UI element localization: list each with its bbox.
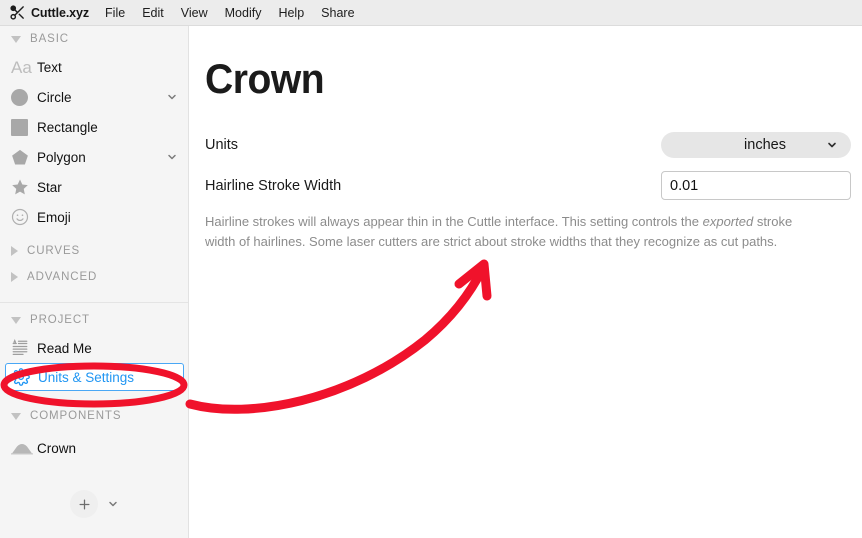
menu-file[interactable]: File bbox=[105, 6, 125, 20]
menu-help[interactable]: Help bbox=[278, 6, 304, 20]
units-select-value: inches bbox=[744, 137, 786, 153]
chevron-down-icon bbox=[826, 139, 838, 151]
sidebar-item-label: Emoji bbox=[37, 209, 71, 225]
sidebar-item-star[interactable]: Star bbox=[0, 172, 188, 202]
triangle-down-icon bbox=[11, 316, 21, 324]
gear-icon bbox=[12, 368, 38, 386]
help-text: Hairline strokes will always appear thin… bbox=[205, 212, 822, 252]
sidebar-item-label: Circle bbox=[37, 89, 72, 105]
sidebar-item-units-and-settings[interactable]: Units & Settings bbox=[5, 363, 184, 391]
hairline-stroke-width-input[interactable]: 0.01 bbox=[661, 171, 851, 200]
sidebar-item-label: Polygon bbox=[37, 149, 86, 165]
units-label: Units bbox=[205, 137, 239, 153]
rectangle-icon bbox=[11, 118, 37, 136]
chevron-down-icon[interactable] bbox=[166, 151, 178, 163]
sidebar-item-crown[interactable]: Crown bbox=[0, 433, 188, 463]
sidebar-section-label: COMPONENTS bbox=[30, 410, 122, 422]
sidebar-section-label: BASIC bbox=[30, 33, 70, 45]
sidebar-section-advanced[interactable]: ADVANCED bbox=[0, 264, 188, 290]
triangle-right-icon bbox=[11, 272, 18, 282]
hairline-stroke-width-label: Hairline Stroke Width bbox=[205, 177, 342, 194]
add-button[interactable] bbox=[70, 490, 98, 518]
main-panel: Crown Units inches Hairline Stroke Width… bbox=[190, 26, 862, 538]
triangle-right-icon bbox=[11, 246, 18, 256]
sidebar-item-label: Star bbox=[37, 179, 62, 195]
triangle-down-icon bbox=[11, 35, 21, 43]
sidebar-item-read-me[interactable]: Read Me bbox=[0, 333, 188, 363]
menu-share[interactable]: Share bbox=[321, 6, 354, 20]
crown-shape-icon bbox=[11, 441, 37, 455]
sidebar-section-basic[interactable]: BASIC bbox=[0, 26, 188, 52]
chevron-down-icon[interactable] bbox=[166, 91, 178, 103]
sidebar: BASIC Aa Text Circle Rectangle Polygon S… bbox=[0, 26, 189, 538]
smiley-icon bbox=[11, 208, 37, 226]
sidebar-item-emoji[interactable]: Emoji bbox=[0, 202, 188, 232]
sidebar-item-polygon[interactable]: Polygon bbox=[0, 142, 188, 172]
field-row-units: Units inches bbox=[205, 132, 851, 158]
app-window: Cuttle.xyz File Edit View Modify Help Sh… bbox=[0, 0, 862, 538]
units-select[interactable]: inches bbox=[661, 132, 851, 158]
help-text-emphasis: exported bbox=[702, 214, 754, 229]
app-title: Cuttle.xyz bbox=[31, 5, 90, 20]
document-icon bbox=[11, 339, 37, 357]
scissors-icon bbox=[8, 4, 26, 22]
menu-modify[interactable]: Modify bbox=[225, 6, 262, 20]
pentagon-icon bbox=[11, 148, 37, 166]
sidebar-item-circle[interactable]: Circle bbox=[0, 82, 188, 112]
menu-bar: Cuttle.xyz File Edit View Modify Help Sh… bbox=[0, 0, 862, 26]
sidebar-divider bbox=[0, 302, 188, 303]
sidebar-item-label: Rectangle bbox=[37, 119, 98, 135]
triangle-down-icon bbox=[11, 412, 21, 420]
circle-icon bbox=[11, 88, 37, 106]
help-text-part1: Hairline strokes will always appear thin… bbox=[205, 214, 703, 229]
sidebar-section-curves[interactable]: CURVES bbox=[0, 238, 188, 264]
sidebar-section-components[interactable]: COMPONENTS bbox=[0, 403, 188, 429]
text-aa-icon: Aa bbox=[11, 57, 32, 77]
add-menu-chevron-down-icon[interactable] bbox=[107, 498, 119, 510]
sidebar-item-label: Read Me bbox=[37, 340, 92, 356]
page-title: Crown bbox=[205, 55, 325, 102]
sidebar-section-label: CURVES bbox=[27, 245, 81, 257]
menu-edit[interactable]: Edit bbox=[142, 6, 164, 20]
menu-view[interactable]: View bbox=[181, 6, 208, 20]
star-icon bbox=[11, 178, 37, 196]
sidebar-item-rectangle[interactable]: Rectangle bbox=[0, 112, 188, 142]
sidebar-footer bbox=[0, 490, 188, 518]
sidebar-section-label: ADVANCED bbox=[27, 271, 98, 283]
sidebar-section-label: PROJECT bbox=[30, 314, 90, 326]
sidebar-item-label: Crown bbox=[37, 440, 77, 456]
sidebar-section-project[interactable]: PROJECT bbox=[0, 307, 188, 333]
sidebar-item-label: Units & Settings bbox=[38, 369, 135, 385]
sidebar-item-label: Text bbox=[37, 59, 62, 75]
sidebar-item-text[interactable]: Aa Text bbox=[0, 52, 188, 82]
field-row-hairline-stroke-width: Hairline Stroke Width 0.01 bbox=[205, 171, 851, 200]
